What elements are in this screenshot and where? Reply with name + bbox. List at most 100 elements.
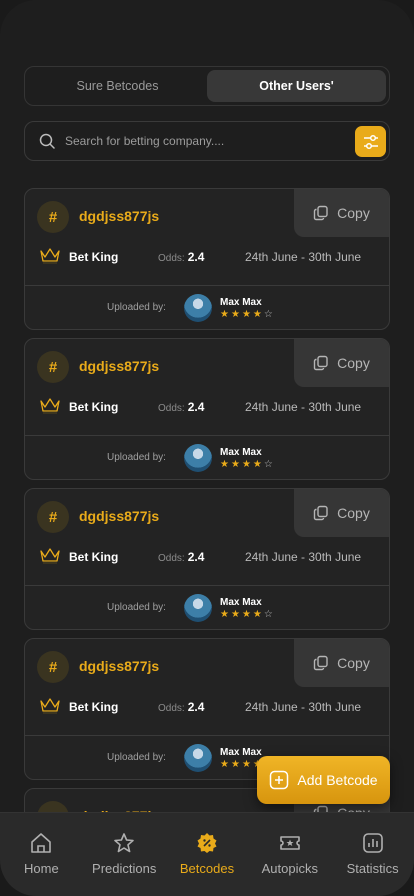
filter-button[interactable]: [355, 126, 386, 157]
uploader-name: Max Max: [220, 447, 262, 458]
ticket-percent-icon: [197, 833, 217, 853]
star-filled-icon: ★: [230, 459, 242, 470]
date-range: 24th June - 30th June: [245, 400, 362, 414]
betcode-tabs: Sure Betcodes Other Users': [24, 66, 390, 106]
odds-prefix: Odds:: [158, 703, 185, 714]
uploader-name: Max Max: [220, 597, 262, 608]
star-filled-icon: ★: [220, 759, 231, 770]
company-name: Bet King: [69, 550, 119, 564]
star-empty-icon: ☆: [263, 309, 275, 320]
odds: Odds:2.4: [158, 250, 204, 264]
betking-logo-icon: [40, 248, 60, 264]
add-betcode-label: Add Betcode: [297, 772, 378, 788]
copy-icon: [313, 655, 328, 671]
hash-icon: #: [37, 351, 69, 383]
nav-predictions[interactable]: Predictions: [84, 831, 164, 896]
odds-value: 2.4: [187, 250, 205, 264]
betcode-text[interactable]: dgdjss877js: [79, 658, 159, 674]
betcode-card: # dgdjss877js Copy Bet King Odds:2.4 24t…: [24, 188, 390, 330]
copy-icon: [313, 205, 328, 221]
sliders-icon: [363, 134, 378, 149]
app-screen: Sure Betcodes Other Users' # dgdjss877js…: [0, 0, 414, 896]
search-icon: [39, 133, 55, 149]
rating-stars: ★★★★☆: [220, 609, 275, 620]
nav-statistics-label: Statistics: [346, 861, 399, 876]
nav-autopicks-label: Autopicks: [261, 861, 318, 876]
avatar[interactable]: [184, 444, 212, 472]
star-filled-icon: ★: [220, 309, 231, 320]
uploader-name: Max Max: [220, 297, 262, 308]
nav-betcodes[interactable]: Betcodes: [167, 831, 247, 896]
add-betcode-button[interactable]: Add Betcode: [257, 756, 390, 804]
ticket-star-icon: [279, 836, 300, 850]
date-range: 24th June - 30th June: [245, 250, 362, 264]
odds-value: 2.4: [187, 550, 205, 564]
star-empty-icon: ☆: [263, 609, 275, 620]
star-icon: [114, 833, 134, 853]
bottom-nav: Home Predictions Betcodes Autopicks Stat…: [0, 812, 414, 896]
hash-icon: #: [37, 501, 69, 533]
star-filled-icon: ★: [241, 309, 253, 320]
nav-autopicks[interactable]: Autopicks: [250, 831, 330, 896]
bar-chart-icon: [362, 833, 383, 853]
company-name: Bet King: [69, 400, 119, 414]
company-name: Bet King: [69, 700, 119, 714]
copy-button[interactable]: Copy: [294, 489, 389, 537]
search-input[interactable]: [65, 134, 335, 148]
company-name: Bet King: [69, 250, 119, 264]
odds: Odds:2.4: [158, 550, 204, 564]
nav-betcodes-label: Betcodes: [179, 861, 235, 876]
divider: [25, 585, 389, 586]
star-filled-icon: ★: [241, 759, 253, 770]
uploaded-by-label: Uploaded by:: [107, 602, 166, 613]
uploaded-by-label: Uploaded by:: [107, 752, 166, 763]
betcode-text[interactable]: dgdjss877js: [79, 358, 159, 374]
star-filled-icon: ★: [230, 309, 242, 320]
star-filled-icon: ★: [241, 609, 253, 620]
betcode-card: # dgdjss877js Copy Bet King Odds:2.4 24t…: [24, 338, 390, 480]
divider: [25, 735, 389, 736]
copy-button[interactable]: Copy: [294, 189, 389, 237]
rating-stars: ★★★★☆: [220, 459, 275, 470]
date-range: 24th June - 30th June: [245, 550, 362, 564]
nav-home[interactable]: Home: [1, 831, 81, 896]
betking-logo-icon: [40, 698, 60, 714]
star-filled-icon: ★: [252, 459, 264, 470]
uploader-name: Max Max: [220, 747, 262, 758]
hash-icon: #: [37, 651, 69, 683]
star-filled-icon: ★: [241, 459, 253, 470]
star-empty-icon: ☆: [263, 459, 275, 470]
avatar[interactable]: [184, 744, 212, 772]
copy-icon: [313, 355, 328, 371]
tab-sure-betcodes[interactable]: Sure Betcodes: [28, 70, 207, 102]
copy-button[interactable]: Copy: [294, 339, 389, 387]
odds-value: 2.4: [187, 400, 205, 414]
betcode-card: # dgdjss877js Copy Bet King Odds:2.4 24t…: [24, 488, 390, 630]
date-range: 24th June - 30th June: [245, 700, 362, 714]
nav-home-label: Home: [24, 861, 59, 876]
nav-statistics[interactable]: Statistics: [333, 831, 413, 896]
star-filled-icon: ★: [230, 759, 242, 770]
star-filled-icon: ★: [220, 609, 231, 620]
uploaded-by-label: Uploaded by:: [107, 452, 166, 463]
home-icon: [31, 833, 52, 853]
odds: Odds:2.4: [158, 700, 204, 714]
copy-label: Copy: [337, 205, 370, 221]
betcode-text[interactable]: dgdjss877js: [79, 208, 159, 224]
copy-icon: [313, 505, 328, 521]
avatar[interactable]: [184, 594, 212, 622]
divider: [25, 285, 389, 286]
betking-logo-icon: [40, 398, 60, 414]
betcode-text[interactable]: dgdjss877js: [79, 508, 159, 524]
odds-prefix: Odds:: [158, 253, 185, 264]
star-filled-icon: ★: [220, 459, 231, 470]
search-bar: [24, 121, 390, 161]
copy-label: Copy: [337, 655, 370, 671]
copy-label: Copy: [337, 505, 370, 521]
odds: Odds:2.4: [158, 400, 204, 414]
odds-value: 2.4: [187, 700, 205, 714]
uploaded-by-label: Uploaded by:: [107, 302, 166, 313]
copy-button[interactable]: Copy: [294, 639, 389, 687]
tab-other-users[interactable]: Other Users': [207, 70, 386, 102]
avatar[interactable]: [184, 294, 212, 322]
